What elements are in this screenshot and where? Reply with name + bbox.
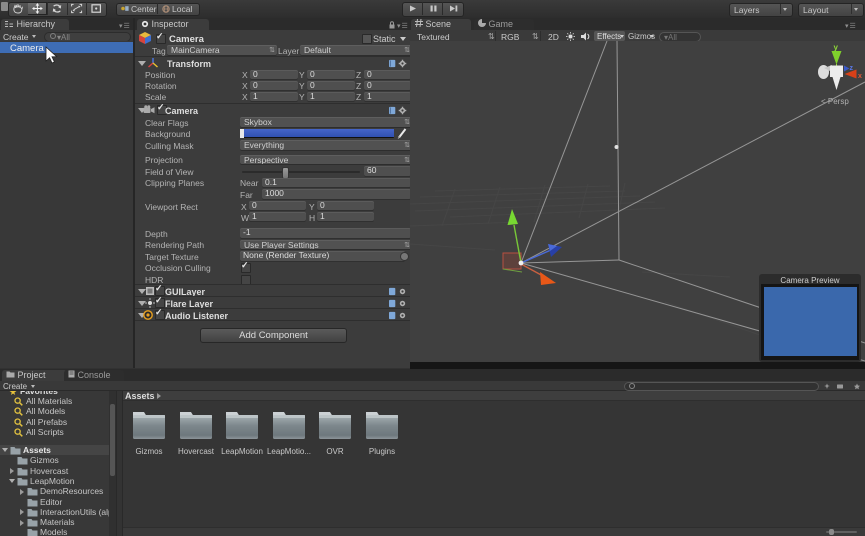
svg-text:y: y bbox=[834, 43, 839, 52]
svg-text:< Persp: < Persp bbox=[821, 97, 849, 106]
svg-text:x: x bbox=[858, 73, 862, 80]
